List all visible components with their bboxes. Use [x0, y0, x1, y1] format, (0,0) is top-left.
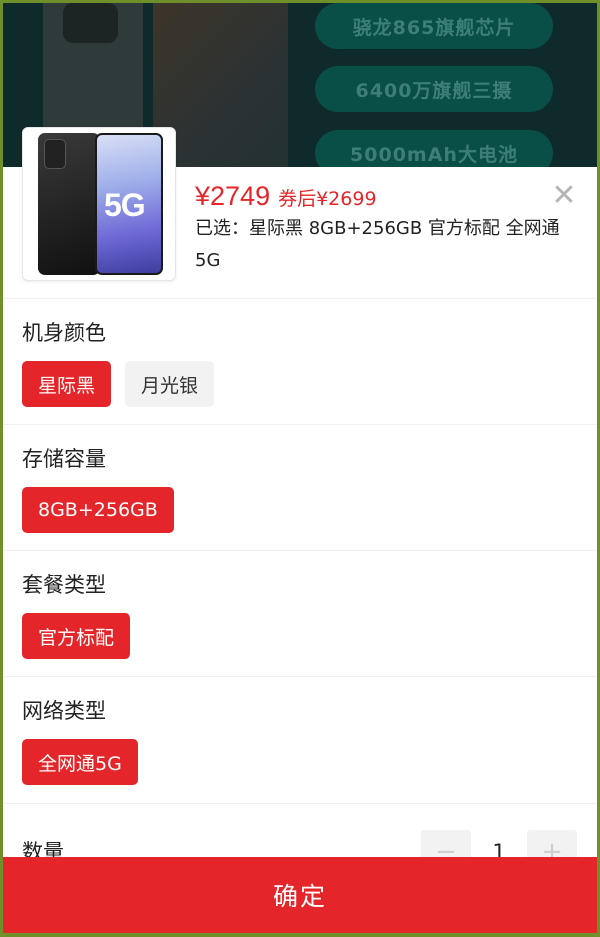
close-icon[interactable]: ✕ — [551, 181, 577, 211]
frame-bottom — [0, 933, 600, 937]
product-thumbnail: 5G — [22, 127, 176, 281]
storage-title: 存储容量 — [22, 447, 106, 471]
frame-left — [0, 0, 3, 937]
quantity-value[interactable]: 1 — [471, 840, 527, 857]
quantity-stepper: − 1 + — [421, 830, 577, 857]
price: ¥2749 — [195, 181, 271, 211]
feature-pill-camera: 6400万旗舰三摄 — [315, 66, 553, 112]
increase-button[interactable]: + — [527, 830, 577, 857]
network-section: 网络类型 全网通5G — [3, 676, 597, 804]
price-line: ¥2749 券后¥2699 — [195, 181, 377, 212]
package-section: 套餐类型 官方标配 — [3, 550, 597, 678]
quantity-label: 数量 — [22, 840, 64, 857]
network-option[interactable]: 全网通5G — [22, 739, 138, 785]
storage-section: 存储容量 8GB+256GB — [3, 424, 597, 552]
package-title: 套餐类型 — [22, 573, 106, 597]
feature-pill-chip: 骁龙865旗舰芯片 — [315, 3, 553, 49]
color-title: 机身颜色 — [22, 321, 106, 345]
network-title: 网络类型 — [22, 699, 106, 723]
confirm-button[interactable]: 确定 — [3, 857, 597, 933]
feature-pill-battery: 5000mAh大电池 — [315, 130, 553, 170]
quantity-row: 数量 − 1 + — [3, 803, 597, 857]
after-coupon-price: 券后¥2699 — [278, 188, 377, 210]
storage-option[interactable]: 8GB+256GB — [22, 487, 174, 533]
decrease-button[interactable]: − — [421, 830, 471, 857]
phone-back-thumb — [38, 133, 100, 275]
selected-summary: 已选：星际黑 8GB+256GB 官方标配 全网通5G — [195, 218, 560, 271]
color-option-black[interactable]: 星际黑 — [22, 361, 112, 407]
color-section: 机身颜色 星际黑 月光银 — [3, 298, 597, 426]
5g-badge: 5G — [104, 187, 146, 223]
phone-front-thumb: 5G — [95, 133, 163, 275]
package-option[interactable]: 官方标配 — [22, 613, 131, 659]
color-option-silver[interactable]: 月光银 — [125, 361, 215, 407]
